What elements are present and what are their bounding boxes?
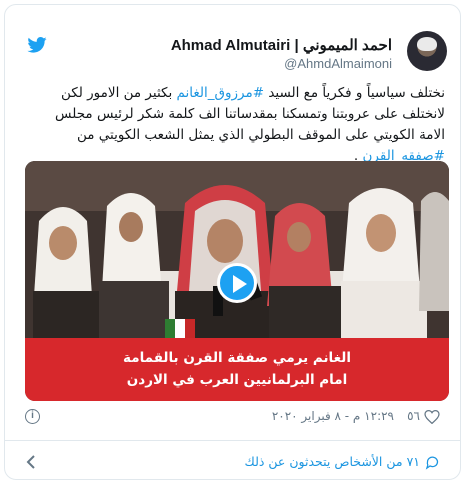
- info-icon[interactable]: i: [25, 409, 40, 424]
- timestamp[interactable]: ١٢:٢٩ م - ٨ فبراير ٢٠٢٠: [272, 409, 394, 423]
- video-caption: الغانم يرمي صفقة القرن بالقمامة امام الب…: [25, 338, 449, 401]
- tweet-text: نختلف سياسياً و فكرياً مع السيد #مرزوق_ا…: [25, 83, 445, 167]
- divider: [5, 440, 460, 441]
- avatar[interactable]: [407, 31, 447, 71]
- video-caption-line: الغانم يرمي صفقة القرن بالقمامة: [123, 350, 351, 366]
- video-caption-line: امام البرلمانيين العرب في الاردن: [126, 372, 348, 388]
- video-thumbnail: [25, 161, 449, 338]
- tweet-text-part: نختلف سياسياً و فكرياً مع السيد: [264, 85, 445, 101]
- heart-icon[interactable]: [424, 410, 440, 424]
- chevron-left-icon[interactable]: [25, 454, 37, 470]
- video-player[interactable]: الغانم يرمي صفقة القرن بالقمامة امام الب…: [25, 161, 449, 401]
- play-icon[interactable]: [217, 263, 257, 303]
- author-handle[interactable]: @AhmdAlmaimoni: [284, 56, 392, 71]
- tweet-card: Ahmad Almutairi | احمد الميموني @AhmdAlm…: [4, 4, 461, 480]
- conversation-footer[interactable]: ٧١ من الأشخاص يتحدثون عن ذلك: [25, 452, 440, 476]
- author-name[interactable]: Ahmad Almutairi | احمد الميموني: [171, 36, 392, 54]
- hashtag-link[interactable]: #مرزوق_الغانم: [177, 85, 265, 101]
- reply-bubble-icon[interactable]: [425, 455, 440, 470]
- like-count[interactable]: ٥٦: [407, 409, 420, 423]
- tweet-meta: i ١٢:٢٩ م - ٨ فبراير ٢٠٢٠ ٥٦: [25, 409, 440, 429]
- twitter-bird-icon[interactable]: [27, 37, 47, 53]
- people-talking-link[interactable]: ٧١ من الأشخاص يتحدثون عن ذلك: [245, 454, 420, 469]
